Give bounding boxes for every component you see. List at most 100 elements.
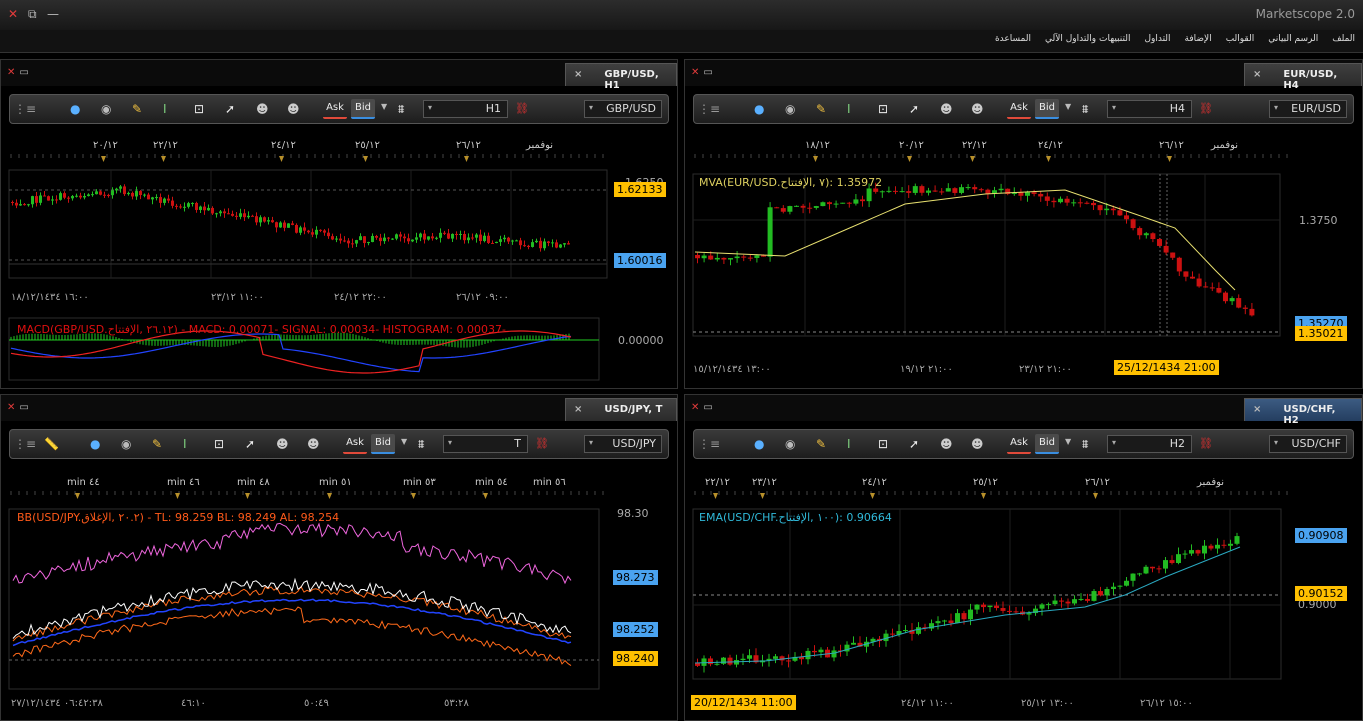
symbol-select[interactable]: ▾ EUR/USD (1269, 100, 1347, 118)
menu-alerts-automated-trading[interactable]: التنبيهات والتداول الآلي (1045, 34, 1130, 44)
eye-icon[interactable]: ◉ (121, 437, 131, 451)
chevron-down-icon[interactable]: ▼ (401, 437, 407, 446)
user-remove-icon[interactable]: ☻ (971, 437, 984, 451)
time-axis-label: نوفمبر (1211, 140, 1239, 151)
zoom-icon[interactable]: ⊡ (214, 437, 224, 451)
search-icon[interactable]: ● (90, 437, 100, 451)
menu-trading[interactable]: التداول (1144, 34, 1170, 44)
user-remove-icon[interactable]: ☻ (971, 102, 984, 116)
ask-toggle[interactable]: Ask (343, 434, 367, 454)
toolbar-grip-icon[interactable]: ⋮≡ (14, 437, 36, 451)
pencil-icon[interactable]: ✎ (132, 102, 142, 116)
user-remove-icon[interactable]: ☻ (287, 102, 300, 116)
eye-icon[interactable]: ◉ (785, 437, 795, 451)
close-panel-icon[interactable]: ✕ (7, 402, 15, 413)
chart-type-icon[interactable]: ⩩ (398, 102, 404, 116)
chart-tab[interactable]: × USD/JPY, T (565, 398, 677, 421)
user-remove-icon[interactable]: ☻ (307, 437, 320, 451)
bid-toggle[interactable]: Bid (351, 99, 375, 119)
ask-toggle[interactable]: Ask (1007, 434, 1031, 454)
cursor-icon[interactable]: ➚ (909, 102, 919, 116)
zoom-icon[interactable]: ⊡ (878, 102, 888, 116)
drawing-icon[interactable]: Ⅰ (183, 437, 187, 451)
eye-icon[interactable]: ◉ (101, 102, 111, 116)
chevron-down-icon[interactable]: ▼ (381, 102, 387, 111)
pencil-icon[interactable]: ✎ (152, 437, 162, 451)
tab-close-icon[interactable]: × (1253, 69, 1261, 86)
time-axis-label: ٠٩:٠٠ ٢٦/١٢ (456, 292, 509, 303)
drawing-icon[interactable]: Ⅰ (847, 102, 851, 116)
close-panel-icon[interactable]: ✕ (7, 67, 15, 78)
restore-icon[interactable]: ⧉ (28, 7, 37, 22)
user-icon[interactable]: ☻ (940, 102, 953, 116)
ask-toggle[interactable]: Ask (323, 99, 347, 119)
user-icon[interactable]: ☻ (940, 437, 953, 451)
timeframe-select[interactable]: ▾ T (443, 435, 528, 453)
maximize-panel-icon[interactable]: ▭ (19, 67, 28, 78)
candle (267, 217, 270, 225)
candle (998, 183, 1004, 194)
timeframe-select[interactable]: ▾ H4 (1107, 100, 1192, 118)
maximize-panel-icon[interactable]: ▭ (703, 402, 712, 413)
chart-type-icon[interactable]: ⩩ (1082, 102, 1088, 116)
candle (1072, 595, 1077, 606)
toolbar-grip-icon[interactable]: ⋮≡ (698, 437, 720, 451)
cursor-icon[interactable]: ➚ (245, 437, 255, 451)
drawing-icon[interactable]: Ⅰ (847, 437, 851, 451)
chart-tab[interactable]: × GBP/USD, H1 (565, 63, 677, 91)
search-icon[interactable]: ● (754, 102, 764, 116)
candle (1190, 271, 1195, 279)
menu-chart[interactable]: الرسم البياني (1268, 34, 1318, 44)
menu-insert[interactable]: الإضافة (1185, 34, 1212, 44)
candle (701, 655, 707, 673)
bid-toggle[interactable]: Bid (371, 434, 395, 454)
bid-toggle[interactable]: Bid (1035, 434, 1059, 454)
maximize-panel-icon[interactable]: ▭ (19, 402, 28, 413)
chart-tab[interactable]: × EUR/USD, H4 (1244, 63, 1362, 91)
menu-help[interactable]: المساعدة (995, 34, 1031, 44)
symbol-select[interactable]: ▾ GBP/USD (584, 100, 662, 118)
mva-indicator-label: MVA(EUR/USD.٧ ,الإفتتاح): 1.35972 (699, 176, 883, 189)
menu-file[interactable]: الملف (1332, 34, 1355, 44)
close-panel-icon[interactable]: ✕ (691, 402, 699, 413)
link-remove-icon[interactable]: ⛓ (1199, 437, 1213, 451)
search-icon[interactable]: ● (754, 437, 764, 451)
symbol-select[interactable]: ▾ USD/JPY (584, 435, 662, 453)
close-panel-icon[interactable]: ✕ (691, 67, 699, 78)
toolbar-grip-icon[interactable]: ⋮≡ (14, 102, 36, 116)
user-icon[interactable]: ☻ (256, 102, 269, 116)
close-icon[interactable]: ✕ (8, 7, 18, 21)
link-remove-icon[interactable]: ⛓ (515, 102, 529, 116)
candle (840, 202, 846, 204)
toolbar-grip-icon[interactable]: ⋮≡ (698, 102, 720, 116)
chart-type-icon[interactable]: ⩩ (418, 437, 424, 451)
bid-toggle[interactable]: Bid (1035, 99, 1059, 119)
search-icon[interactable]: ● (70, 102, 80, 116)
tab-close-icon[interactable]: × (1253, 404, 1261, 421)
tab-close-icon[interactable]: × (574, 404, 582, 421)
chart-tab[interactable]: × USD/CHF, H2 (1244, 398, 1362, 426)
timeframe-select[interactable]: ▾ H1 (423, 100, 508, 118)
cursor-icon[interactable]: ➚ (909, 437, 919, 451)
timeframe-select[interactable]: ▾ H2 (1107, 435, 1192, 453)
eye-icon[interactable]: ◉ (785, 102, 795, 116)
tab-close-icon[interactable]: × (574, 69, 582, 86)
zoom-icon[interactable]: ⊡ (194, 102, 204, 116)
pencil-icon[interactable]: ✎ (816, 102, 826, 116)
chevron-down-icon[interactable]: ▼ (1065, 437, 1071, 446)
symbol-select[interactable]: ▾ USD/CHF (1269, 435, 1347, 453)
ask-toggle[interactable]: Ask (1007, 99, 1031, 119)
chart-type-icon[interactable]: ⩩ (1082, 437, 1088, 451)
zoom-icon[interactable]: ⊡ (878, 437, 888, 451)
chevron-down-icon[interactable]: ▼ (1065, 102, 1071, 111)
link-remove-icon[interactable]: ⛓ (1199, 102, 1213, 116)
minimize-icon[interactable]: — (47, 7, 59, 21)
pencil-icon[interactable]: ✎ (816, 437, 826, 451)
drawing-icon[interactable]: Ⅰ (163, 102, 167, 116)
ruler-icon[interactable]: 📏 (44, 437, 59, 451)
link-remove-icon[interactable]: ⛓ (535, 437, 549, 451)
cursor-icon[interactable]: ➚ (225, 102, 235, 116)
maximize-panel-icon[interactable]: ▭ (703, 67, 712, 78)
user-icon[interactable]: ☻ (276, 437, 289, 451)
menu-templates[interactable]: القوالب (1226, 34, 1255, 44)
